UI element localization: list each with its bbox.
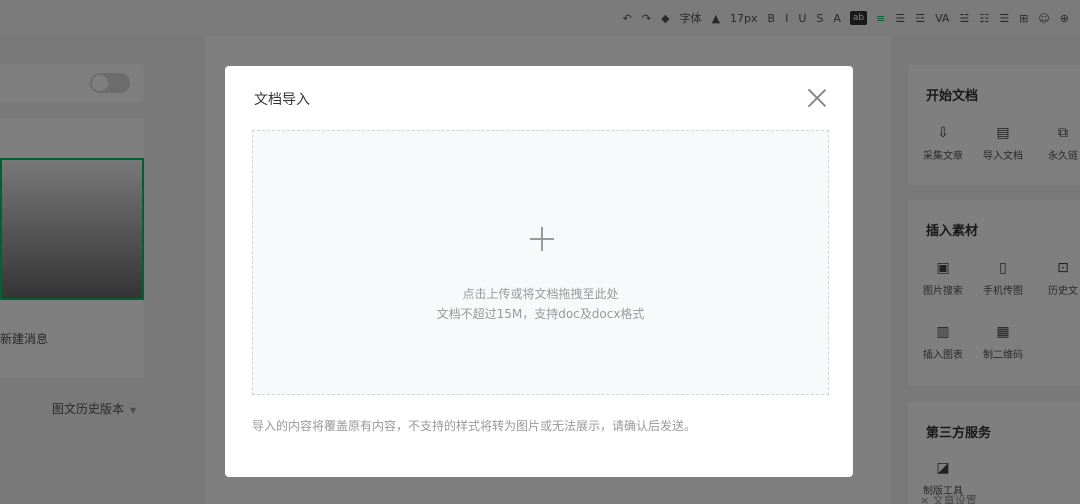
plus-icon [530, 227, 554, 251]
close-icon[interactable] [805, 86, 829, 110]
upload-drop-zone[interactable]: 点击上传或将文档拖拽至此处 文档不超过15M，支持doc及docx格式 [252, 130, 829, 395]
upload-hint: 点击上传或将文档拖拽至此处 [462, 287, 619, 301]
upload-format-hint: 文档不超过15M，支持doc及docx格式 [436, 307, 645, 321]
dialog-title: 文档导入 [254, 92, 310, 108]
import-document-dialog: 文档导入 点击上传或将文档拖拽至此处 文档不超过15M，支持doc及docx格式… [225, 66, 853, 477]
import-warning-note: 导入的内容将覆盖原有内容，不支持的样式将转为图片或无法展示，请确认后发送。 [252, 419, 697, 433]
